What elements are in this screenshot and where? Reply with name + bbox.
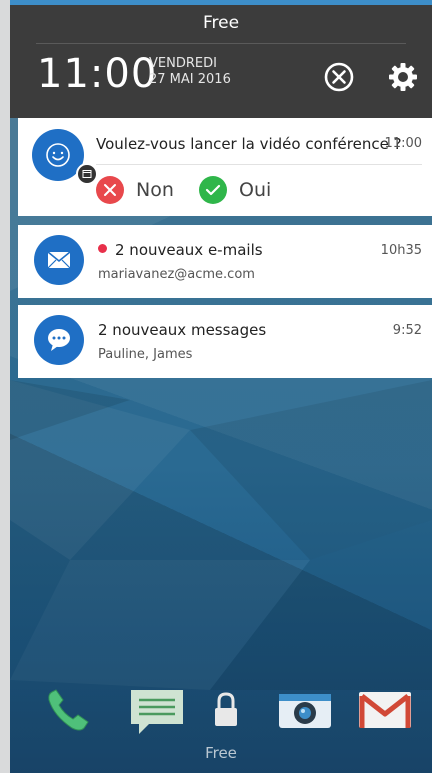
gmail-app[interactable] xyxy=(355,680,415,740)
notification-title-text: 2 nouveaux e-mails xyxy=(115,241,263,259)
x-icon xyxy=(96,176,124,204)
notification-time: 10h35 xyxy=(380,243,422,258)
gear-icon xyxy=(389,63,417,91)
mail-icon xyxy=(47,251,71,269)
settings-button[interactable] xyxy=(387,61,419,93)
notification-emails[interactable]: 2 nouveaux e-mails 10h35 mariavanez@acme… xyxy=(18,225,432,298)
app-dock xyxy=(10,680,432,750)
smiley-icon xyxy=(46,143,70,167)
close-circle-icon xyxy=(324,62,354,92)
dismiss-all-button[interactable] xyxy=(323,61,355,93)
notification-title: 2 nouveaux e-mails xyxy=(98,241,263,259)
messages-app[interactable] xyxy=(125,680,189,740)
camera-app[interactable] xyxy=(275,680,335,740)
app-avatar xyxy=(34,235,84,285)
day-label: VENDREDI xyxy=(149,56,217,71)
date-block: VENDREDI 27 MAI 2016 xyxy=(149,56,231,88)
divider xyxy=(96,164,422,165)
status-bar: Free xyxy=(10,5,432,41)
gmail-icon xyxy=(359,692,411,728)
lock-screen: Free 11:00 VENDREDI 27 MAI 2016 Voulez-v… xyxy=(10,0,432,773)
notification-time: 11:00 xyxy=(384,136,422,151)
clock: 11:00 xyxy=(37,51,158,97)
notification-subtitle: Pauline, James xyxy=(98,347,193,362)
carrier-label-bottom: Free xyxy=(205,744,237,762)
date-label: 27 MAI 2016 xyxy=(149,72,231,87)
notification-video-conference[interactable]: Voulez-vous lancer la vidéo conférence ?… xyxy=(18,118,432,216)
notification-subtitle: mariavanez@acme.com xyxy=(98,267,255,282)
app-avatar xyxy=(34,315,84,365)
quick-settings-header: 11:00 VENDREDI 27 MAI 2016 xyxy=(10,41,432,118)
chat-bubble-icon xyxy=(48,329,70,351)
phone-icon xyxy=(48,689,89,731)
camera-icon xyxy=(279,694,331,728)
phone-app[interactable] xyxy=(38,680,98,740)
notification-time: 9:52 xyxy=(392,323,422,338)
lock-icon xyxy=(215,692,237,726)
check-icon xyxy=(199,176,227,204)
unread-dot xyxy=(98,244,107,253)
divider xyxy=(36,43,406,44)
decline-button[interactable]: Non xyxy=(96,174,174,206)
unlock-button[interactable] xyxy=(196,680,256,740)
notification-title: 2 nouveaux messages xyxy=(98,321,267,339)
notification-title: Voulez-vous lancer la vidéo conférence ? xyxy=(96,135,402,153)
accept-label: Oui xyxy=(239,179,272,201)
decline-label: Non xyxy=(136,179,174,201)
calendar-icon xyxy=(82,170,92,178)
accept-button[interactable]: Oui xyxy=(199,174,271,206)
messages-icon xyxy=(131,690,183,734)
app-badge xyxy=(76,163,98,185)
carrier-label: Free xyxy=(202,13,240,33)
notification-messages[interactable]: 2 nouveaux messages 9:52 Pauline, James xyxy=(18,305,432,378)
